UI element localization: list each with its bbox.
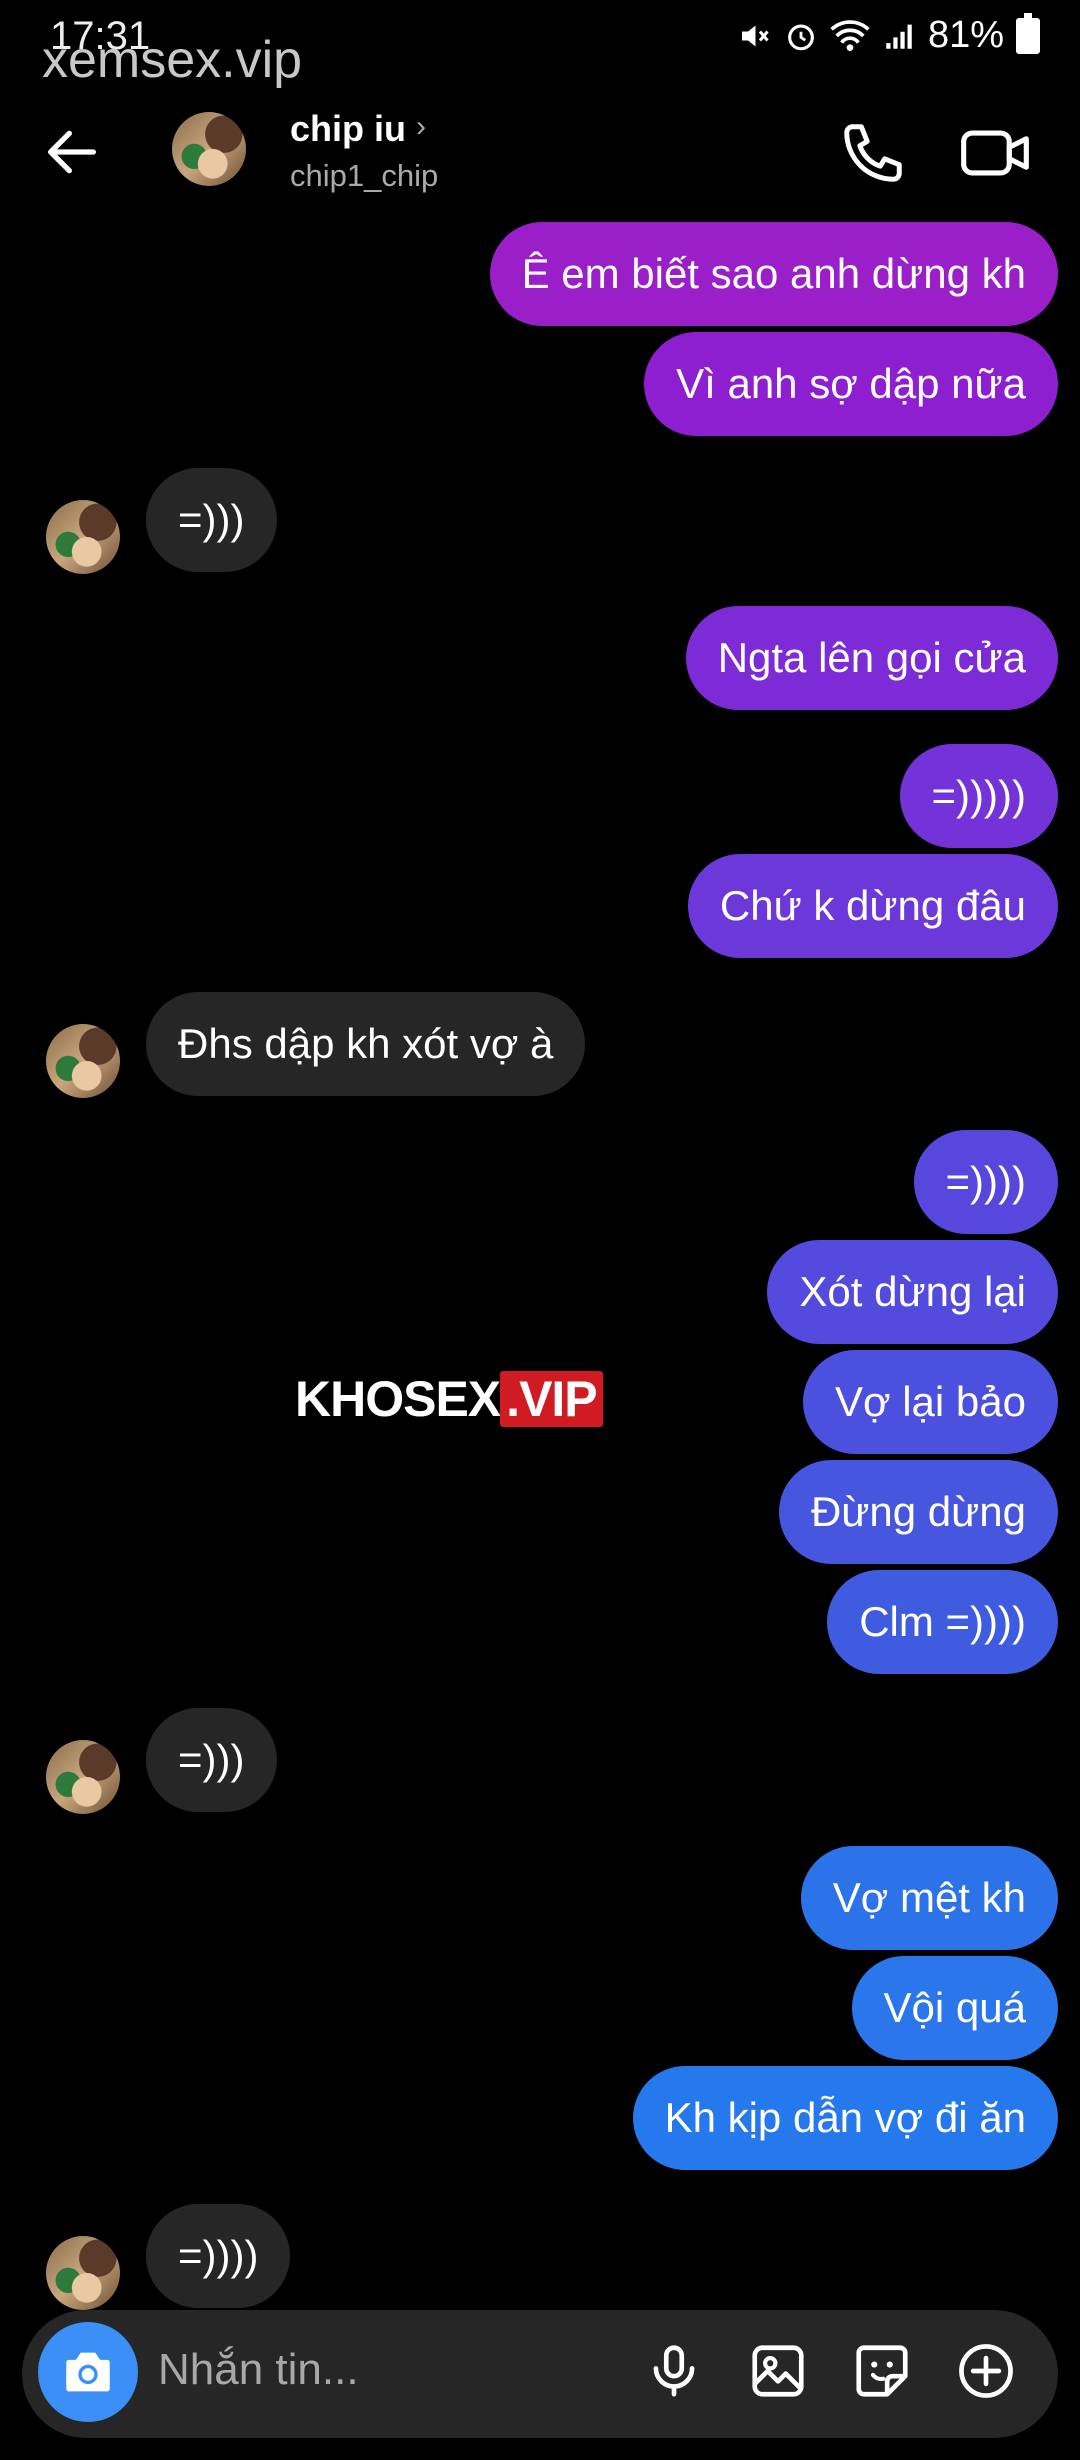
message-bubble-sent[interactable]: Vợ lại bảo (803, 1350, 1058, 1454)
status-icons: 81% (736, 12, 1040, 57)
message-bubble-sent[interactable]: Vợ mệt kh (800, 1846, 1058, 1950)
contact-username[interactable]: chip1_chip (290, 158, 438, 194)
mute-icon (741, 25, 769, 46)
contact-name[interactable]: chip iu (290, 108, 406, 150)
message-bubble-sent[interactable]: Vì anh sợ dập nữa (644, 332, 1058, 436)
message-bubble-received[interactable]: Đhs dập kh xót vợ à (146, 992, 586, 1096)
watermark-logo-right: .VIP (500, 1371, 603, 1427)
phone-call-icon[interactable] (838, 118, 908, 188)
message-bubble-received[interactable]: =))) (146, 1708, 277, 1812)
message-bubble-sent[interactable]: Ê em biết sao anh dừng kh (489, 222, 1058, 326)
watermark-logo: KHOSEX .VIP (295, 1370, 603, 1428)
sender-avatar[interactable] (46, 500, 120, 574)
message-bubble-sent[interactable]: =))))) (899, 744, 1058, 848)
sender-avatar[interactable] (46, 1740, 120, 1814)
sender-avatar[interactable] (46, 2236, 120, 2310)
camera-button[interactable] (38, 2322, 138, 2422)
message-bubble-sent[interactable]: Xót dừng lại (767, 1240, 1058, 1344)
watermark-text: xemsex.vip (42, 31, 303, 89)
microphone-icon[interactable] (643, 2340, 705, 2402)
camera-icon (66, 2352, 110, 2392)
video-call-icon[interactable] (958, 118, 1032, 188)
gallery-icon[interactable] (747, 2340, 809, 2402)
message-bubble-sent[interactable]: Đừng dừng (778, 1460, 1058, 1564)
alarm-icon (788, 24, 814, 50)
contact-avatar[interactable] (172, 112, 246, 186)
battery-icon (1016, 12, 1040, 54)
message-bubble-sent[interactable]: Vội quá (851, 1956, 1058, 2060)
add-plus-icon[interactable] (955, 2340, 1017, 2402)
message-bubble-sent[interactable]: =)))) (913, 1130, 1058, 1234)
message-bubble-sent[interactable]: Kh kịp dẫn vợ đi ăn (632, 2066, 1058, 2170)
message-bubble-sent[interactable]: Ngta lên gọi cửa (685, 606, 1058, 710)
back-arrow-icon[interactable] (40, 120, 104, 184)
message-bubble-received[interactable]: =)))) (146, 2204, 291, 2308)
message-input[interactable]: Nhắn tin... (158, 2345, 359, 2395)
chevron-right-icon[interactable]: › (416, 110, 426, 144)
message-bubble-sent[interactable]: Chứ k dừng đâu (687, 854, 1058, 958)
sticker-icon[interactable] (851, 2340, 913, 2402)
watermark-logo-left: KHOSEX (295, 1371, 501, 1427)
battery-percent: 81% (927, 14, 1004, 56)
sender-avatar[interactable] (46, 1024, 120, 1098)
signal-icon (886, 24, 912, 49)
message-bubble-received[interactable]: =))) (146, 468, 277, 572)
wifi-icon (830, 19, 870, 51)
message-bubble-sent[interactable]: Clm =)))) (827, 1570, 1058, 1674)
